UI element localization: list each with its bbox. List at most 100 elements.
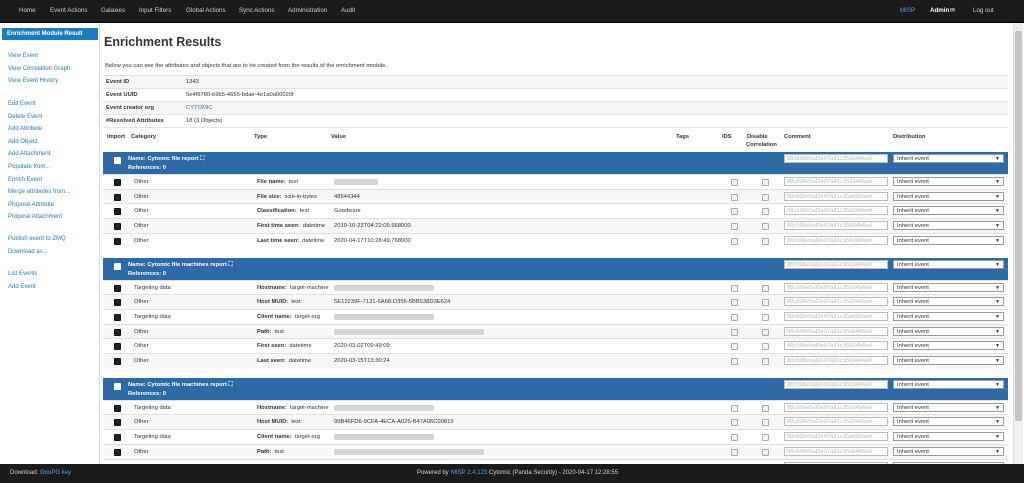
sidebar-item-enrich-event[interactable]: Enrich Event <box>8 177 42 183</box>
ids-checkbox[interactable] <box>731 328 738 336</box>
object-comment-input[interactable]: 88c998e5af2e07a81c35d34b6ed <box>784 379 888 389</box>
ids-checkbox[interactable] <box>731 404 738 412</box>
creator-org-link[interactable]: CYTOMIC <box>186 105 213 111</box>
sidebar-item-merge-attributes-from[interactable]: Merge attributes from... <box>8 189 70 195</box>
disable-correlation-checkbox[interactable] <box>762 358 769 365</box>
misp-version-link[interactable]: MISP 2.4.123 <box>451 470 487 476</box>
attribute-comment-input[interactable]: 88c998e5af2e07a81c35d34b6ed <box>784 446 888 456</box>
ids-checkbox[interactable] <box>731 193 738 201</box>
attribute-distribution-select[interactable]: Inherit event ▼ <box>893 341 1004 351</box>
attribute-comment-input[interactable]: 88c998e5af2e07a81c35d34b6ed <box>784 177 888 186</box>
attribute-import-checkbox[interactable] <box>114 358 121 365</box>
object-comment-input[interactable]: 88c998e5af2e07a81c35d34b6ed <box>784 154 888 163</box>
disable-correlation-checkbox[interactable] <box>762 448 769 456</box>
sidebar-item-edit-event[interactable]: Edit Event <box>8 101 35 107</box>
sidebar-item-add-attribute[interactable]: Add Attribute <box>8 126 42 132</box>
ids-checkbox[interactable] <box>731 343 738 351</box>
object-distribution-select[interactable]: Inherit event ▼ <box>893 379 1004 389</box>
sidebar-item-propose-attribute[interactable]: Propose Attribute <box>8 202 54 208</box>
attribute-comment-input[interactable]: 88c998e5af2e07a81c35d34b6ed <box>784 417 888 427</box>
nav-input-filters[interactable]: Input Filters <box>139 7 171 14</box>
attribute-distribution-select[interactable]: Inherit event ▼ <box>893 191 1004 201</box>
nav-administration[interactable]: Administration <box>288 7 327 14</box>
ids-checkbox[interactable] <box>731 237 738 245</box>
disable-correlation-checkbox[interactable] <box>762 179 769 186</box>
sidebar-item-view-event-history[interactable]: View Event History <box>8 78 58 84</box>
nav-sync-actions[interactable]: Sync Actions <box>239 7 274 14</box>
attribute-distribution-select[interactable]: Inherit event ▼ <box>893 417 1004 427</box>
object-import-checkbox[interactable] <box>114 157 121 164</box>
attribute-import-checkbox[interactable] <box>114 448 121 456</box>
ids-checkbox[interactable] <box>731 223 738 231</box>
sidebar-item-propose-attachment[interactable]: Propose Attachment <box>8 214 62 220</box>
sidebar-item-view-event[interactable]: View Event <box>8 53 38 59</box>
attribute-distribution-select[interactable]: Inherit event ▼ <box>893 446 1004 456</box>
disable-correlation-checkbox[interactable] <box>762 313 769 321</box>
attribute-import-checkbox[interactable] <box>114 404 121 412</box>
attribute-distribution-select[interactable]: Inherit event ▼ <box>893 297 1004 307</box>
disable-correlation-checkbox[interactable] <box>762 343 769 351</box>
attribute-import-checkbox[interactable] <box>114 193 121 201</box>
misp-brand-link[interactable]: MISP <box>900 7 915 14</box>
sidebar-item-add-object[interactable]: Add Object <box>8 139 38 145</box>
nav-audit[interactable]: Audit <box>341 7 355 14</box>
attribute-distribution-select[interactable]: Inherit event ▼ <box>893 177 1004 186</box>
attribute-comment-input[interactable]: 88c998e5af2e07a81c35d34b6ed <box>784 206 888 216</box>
attribute-import-checkbox[interactable] <box>114 208 121 216</box>
attribute-distribution-select[interactable]: Inherit event ▼ <box>893 282 1004 292</box>
ids-checkbox[interactable] <box>731 434 738 442</box>
attribute-import-checkbox[interactable] <box>114 284 121 292</box>
page-scrollbar[interactable] <box>1013 23 1023 464</box>
attribute-comment-input[interactable]: 88c998e5af2e07a81c35d34b6ed <box>784 311 888 321</box>
object-comment-input[interactable]: 88c998e5af2e07a81c35d34b6ed <box>784 259 888 269</box>
disable-correlation-checkbox[interactable] <box>762 299 769 307</box>
disable-correlation-checkbox[interactable] <box>762 193 769 201</box>
ids-checkbox[interactable] <box>731 299 738 307</box>
sidebar-item-enrichment-result[interactable]: Enrichment Module Result <box>2 28 98 40</box>
object-distribution-select[interactable]: Inherit event ▼ <box>893 154 1004 163</box>
sidebar-item-list-events[interactable]: List Events <box>8 271 37 277</box>
ids-checkbox[interactable] <box>731 208 738 216</box>
attribute-import-checkbox[interactable] <box>114 223 121 231</box>
disable-correlation-checkbox[interactable] <box>762 237 769 245</box>
disable-correlation-checkbox[interactable] <box>762 284 769 292</box>
attribute-distribution-select[interactable]: Inherit event ▼ <box>893 432 1004 442</box>
object-import-checkbox[interactable] <box>114 382 121 390</box>
disable-correlation-checkbox[interactable] <box>762 434 769 442</box>
attribute-import-checkbox[interactable] <box>114 328 121 336</box>
disable-correlation-checkbox[interactable] <box>762 328 769 336</box>
nav-event-actions[interactable]: Event Actions <box>50 7 88 14</box>
scrollbar-thumb[interactable] <box>1015 31 1022 421</box>
sidebar-item-download-as[interactable]: Download as... <box>8 249 48 255</box>
attribute-comment-input[interactable]: 88c998e5af2e07a81c35d34b6ed <box>784 356 888 365</box>
attribute-import-checkbox[interactable] <box>114 299 121 307</box>
attribute-distribution-select[interactable]: Inherit event ▼ <box>893 235 1004 245</box>
ids-checkbox[interactable] <box>731 179 738 186</box>
ids-checkbox[interactable] <box>731 448 738 456</box>
attribute-distribution-select[interactable]: Inherit event ▼ <box>893 402 1004 412</box>
user-menu[interactable]: Admin <box>930 7 949 14</box>
attribute-comment-input[interactable]: 88c998e5af2e07a81c35d34b6ed <box>784 402 888 412</box>
disable-correlation-checkbox[interactable] <box>762 223 769 231</box>
disable-correlation-checkbox[interactable] <box>762 419 769 427</box>
attribute-import-checkbox[interactable] <box>114 419 121 427</box>
ids-checkbox[interactable] <box>731 419 738 427</box>
attribute-distribution-select[interactable]: Inherit event ▼ <box>893 356 1004 365</box>
attribute-distribution-select[interactable]: Inherit event ▼ <box>893 326 1004 336</box>
attribute-distribution-select[interactable]: Inherit event ▼ <box>893 221 1004 231</box>
ids-checkbox[interactable] <box>731 284 738 292</box>
attribute-comment-input[interactable]: 88c998e5af2e07a81c35d34b6ed <box>784 221 888 231</box>
object-import-checkbox[interactable] <box>114 262 121 270</box>
attribute-import-checkbox[interactable] <box>114 313 121 321</box>
disable-correlation-checkbox[interactable] <box>762 404 769 412</box>
attribute-import-checkbox[interactable] <box>114 434 121 442</box>
attribute-import-checkbox[interactable] <box>114 237 121 245</box>
attribute-comment-input[interactable]: 88c998e5af2e07a81c35d34b6ed <box>784 341 888 351</box>
logout-link[interactable]: Log out <box>973 7 994 14</box>
gnupg-key-link[interactable]: GnuPG key <box>40 470 71 476</box>
attribute-comment-input[interactable]: 88c998e5af2e07a81c35d34b6ed <box>784 326 888 336</box>
sidebar-item-populate-from[interactable]: Populate from... <box>8 164 50 170</box>
nav-home[interactable]: Home <box>19 7 36 14</box>
ids-checkbox[interactable] <box>731 313 738 321</box>
sidebar-item-add-event[interactable]: Add Event <box>8 284 36 290</box>
